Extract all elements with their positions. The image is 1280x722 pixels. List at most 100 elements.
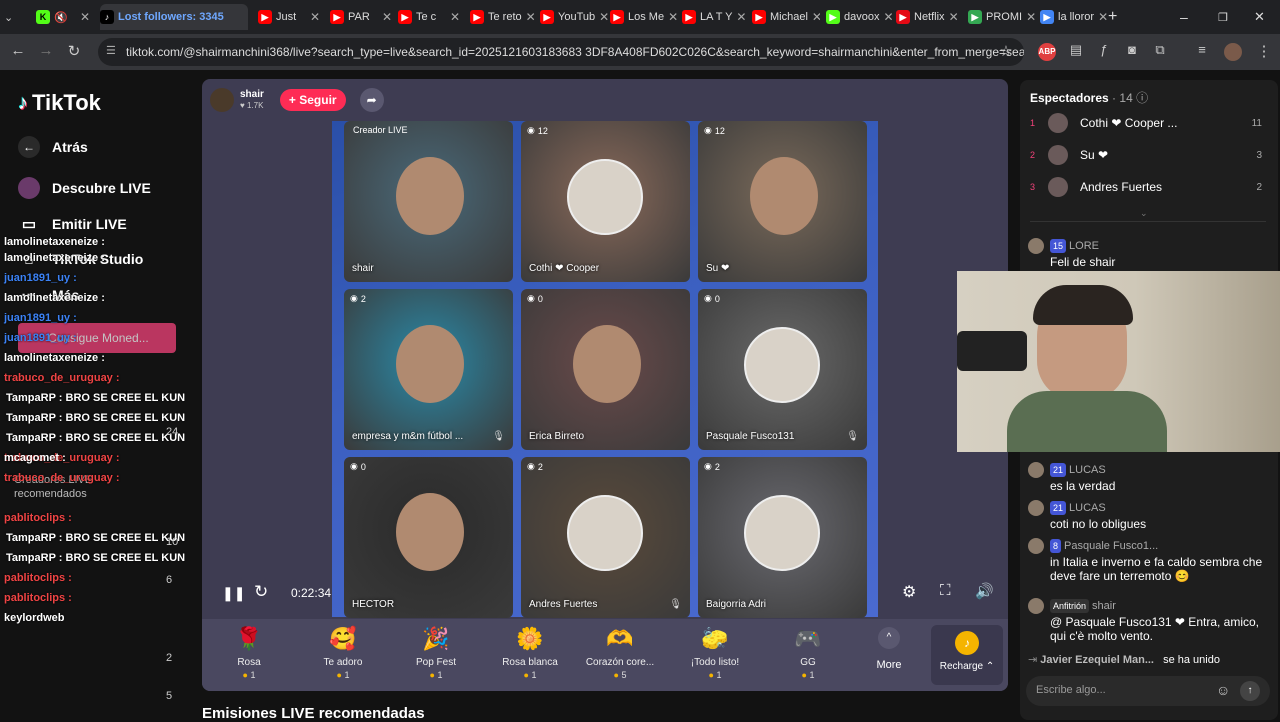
maximize-button[interactable]: ❐ [1218,4,1234,30]
browser-tab[interactable]: ▶ YouTub ✕ [540,4,608,30]
close-icon[interactable]: ✕ [1026,10,1036,24]
browser-tab[interactable]: ▶ Te reto ✕ [470,4,538,30]
guest-cell[interactable]: ◉ 2 Andres Fuertes 🎙 [521,457,690,618]
guest-cell[interactable]: ◉ 0 Pasquale Fusco131 🎙 [698,289,867,450]
close-icon[interactable]: ✕ [80,10,96,24]
extension-icon[interactable]: ƒ [1094,42,1114,57]
media-icon[interactable]: ≡ [1192,42,1212,57]
gift-item[interactable]: 🌼 Rosa blanca ● 1 [485,625,575,680]
gift-item[interactable]: 🫶 Corazón core... ● 5 [575,625,665,680]
tab-kick[interactable]: K 🔇 ✕ [36,4,96,30]
gift-item[interactable]: 🌹 Rosa ● 1 [204,625,294,680]
guest-cell[interactable]: ◉ 12 Cothi ❤ Cooper [521,121,690,282]
close-icon[interactable]: ✕ [812,10,820,24]
close-icon[interactable]: ✕ [450,10,466,24]
refresh-icon[interactable]: ↻ [254,582,268,602]
browser-tab[interactable]: ▶ la lloror ✕ [1040,4,1108,30]
browser-tab[interactable]: ▶ Michael ✕ [752,4,820,30]
close-icon[interactable]: ✕ [1098,10,1108,24]
menu-dots-icon[interactable]: ⋮ [1254,42,1274,60]
close-icon[interactable]: ✕ [382,10,398,24]
tab-favicon-icon: ▶ [896,10,910,24]
chevron-down-icon[interactable]: ⌄ [1140,208,1148,219]
chat-input[interactable]: Escribe algo... ☺ ↑ [1026,676,1270,706]
close-icon[interactable]: ✕ [599,10,608,24]
close-icon[interactable]: ✕ [949,10,964,24]
browser-tab[interactable]: ▶ Los Me ✕ [610,4,678,30]
browser-tab[interactable]: ▶ LA T Y ✕ [682,4,750,30]
puzzle-icon[interactable]: ⧉ [1150,42,1170,58]
chat-avatar[interactable] [1028,538,1044,554]
guest-cell[interactable]: ◉ 2 empresa y m&m fútbol ... 🎙 [344,289,513,450]
send-icon[interactable]: ↑ [1240,681,1260,701]
chat-username[interactable]: LUCAS [1069,464,1106,476]
guest-cell[interactable]: ◉ 0 HECTOR [344,457,513,618]
guest-cell[interactable]: ◉ 2 Baigorria Adri [698,457,867,618]
viewer-row[interactable]: 1 Cothi ❤ Cooper ... 11 [1030,113,1262,133]
chat-avatar[interactable] [1028,238,1044,254]
forward-arrow-icon[interactable]: → [36,42,56,59]
pause-icon[interactable]: ❚❚ [222,585,245,602]
browser-tab[interactable]: ▶ PROMI ✕ [968,4,1036,30]
browser-tab[interactable]: ▶ Netflix ✕ [896,4,964,30]
stream-chat-line: juan1891_uy : [4,272,77,284]
chat-avatar[interactable] [1028,598,1044,614]
gift-item[interactable]: 🎮 GG ● 1 [763,625,853,680]
sidebar-item-go-live[interactable]: ▭ Emitir LIVE [18,213,127,235]
close-window-button[interactable]: ✕ [1254,4,1270,30]
sidebar-item-discover-live[interactable]: Descubre LIVE [18,177,151,199]
browser-tab[interactable]: ▶ Just ✕ [258,4,326,30]
address-bar[interactable]: ☰ tiktok.com/@shairmanchini368/live?sear… [98,38,1024,66]
close-icon[interactable]: ✕ [310,10,326,24]
share-icon[interactable]: ➦ [359,88,384,112]
site-info-icon[interactable]: ☰ [106,44,116,57]
volume-icon[interactable]: 🔊 [975,582,994,600]
extension-icon[interactable]: ◙ [1122,42,1142,57]
chat-username[interactable]: shair [1092,600,1116,612]
close-icon[interactable]: ✕ [526,10,538,24]
chat-avatar[interactable] [1028,500,1044,516]
host-avatar[interactable] [210,88,234,112]
tiktok-logo[interactable]: ♪ TikTok [18,90,101,116]
close-icon[interactable]: ✕ [883,10,894,24]
recharge-button[interactable]: ♪ Recharge ⌃ [931,625,1003,685]
guest-cell[interactable]: Creador LIVE shair [344,121,513,282]
guest-cell[interactable]: ◉ 12 Su ❤ [698,121,867,282]
chat-username[interactable]: LUCAS [1069,502,1106,514]
minimize-button[interactable]: – [1180,4,1196,30]
chat-username[interactable]: LORE [1069,240,1099,252]
close-icon[interactable]: ✕ [668,10,678,24]
gift-item[interactable]: 🧽 ¡Todo listo! ● 1 [670,625,760,680]
profile-avatar[interactable] [1224,43,1242,61]
follow-button[interactable]: + Seguir [279,89,346,111]
tab-active[interactable]: ♪ Lost followers: 3345 [100,4,248,30]
browser-tab[interactable]: ▶ davoox ✕ [826,4,894,30]
gift-item[interactable]: 🥰 Te adoro ● 1 [298,625,388,680]
back-arrow-icon[interactable]: ← [8,42,28,59]
browser-tab[interactable]: ▶ Te c ✕ [398,4,466,30]
creator-count: 24 [166,426,179,438]
close-icon[interactable]: ✕ [736,10,750,24]
back-link[interactable]: ← Atrás [18,136,88,158]
adblock-icon[interactable]: ABP [1038,43,1056,61]
viewer-row[interactable]: 3 Andres Fuertes 2 [1030,177,1262,197]
sidebar-item-label: Descubre LIVE [52,180,151,196]
chat-username[interactable]: Pasquale Fusco1... [1064,540,1158,552]
guest-cell[interactable]: ◉ 0 Erica Birreto [521,289,690,450]
tab-list-button[interactable]: ⌄ [4,4,26,30]
extension-icon[interactable]: ▤ [1066,42,1086,58]
chat-avatar[interactable] [1028,462,1044,478]
viewer-row[interactable]: 2 Su ❤ 3 [1030,145,1262,165]
fullscreen-icon[interactable]: ⛶ [940,582,951,599]
info-icon[interactable]: ⓘ [1136,91,1148,105]
gift-item[interactable]: 🎉 Pop Fest ● 1 [391,625,481,680]
settings-icon[interactable]: ⚙ [902,582,916,602]
new-tab-button[interactable]: + [1108,4,1128,30]
level-badge: 21 [1050,463,1067,477]
emoji-icon[interactable]: ☺ [1216,682,1230,698]
reload-icon[interactable]: ↻ [64,42,84,60]
more-gifts-button[interactable]: ^ More [874,627,904,681]
gift-name: Te adoro [323,657,363,668]
browser-tab[interactable]: ▶ PAR ✕ [330,4,398,30]
bookmark-star-icon[interactable]: ☆ [996,42,1016,60]
